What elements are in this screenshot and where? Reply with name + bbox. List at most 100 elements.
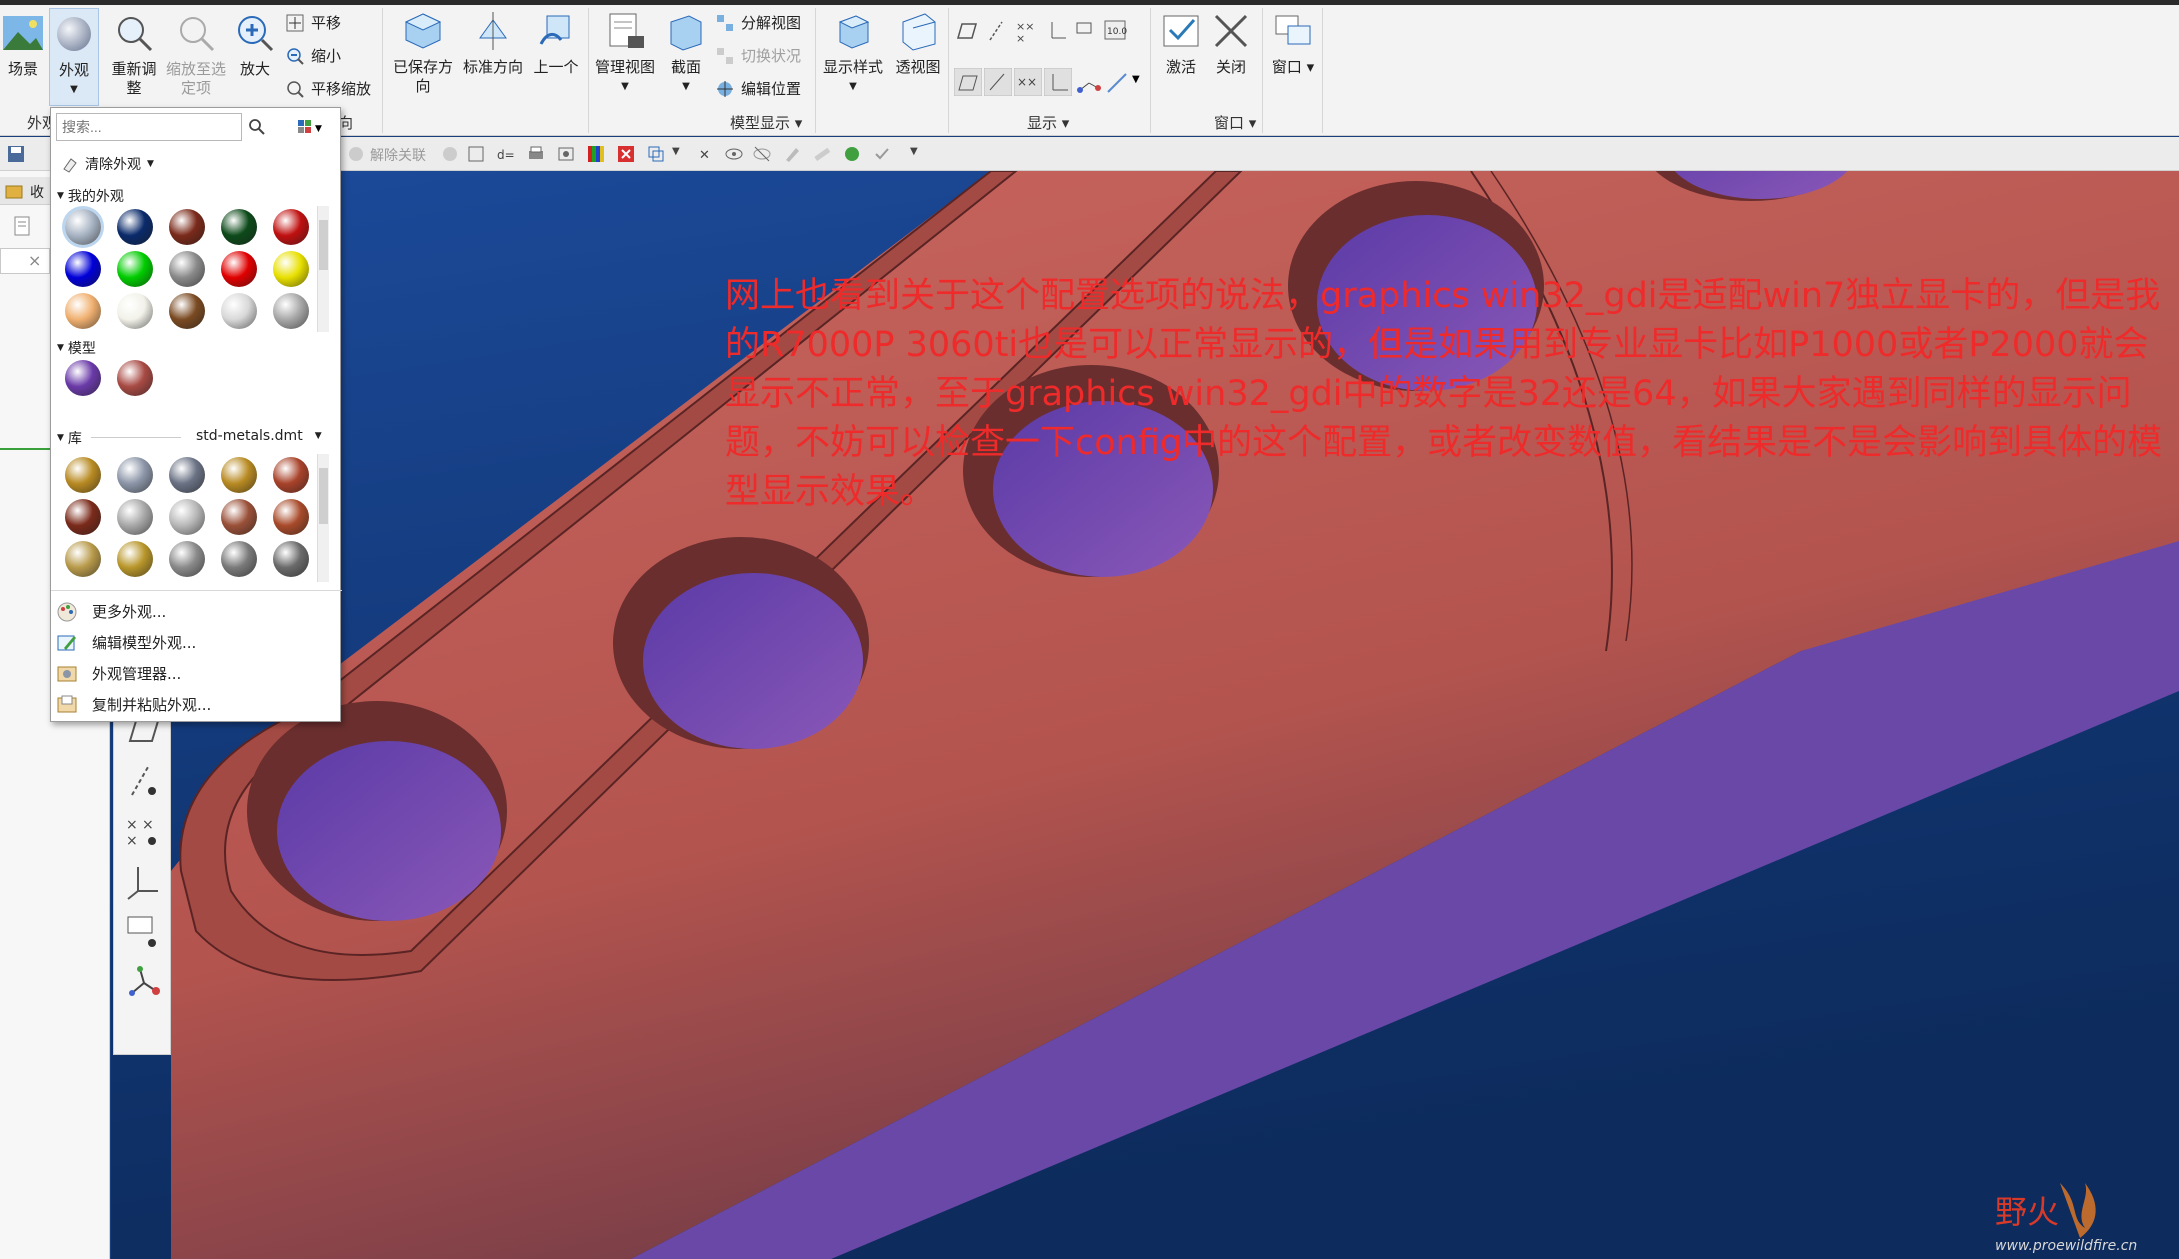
plane-toggle-icon[interactable] [954, 18, 980, 44]
appearance-swatch[interactable] [117, 360, 153, 396]
appearance-swatch[interactable] [117, 457, 153, 493]
filter-options-icon[interactable]: ▼ [297, 118, 327, 136]
explode-view-button[interactable]: 分解视图 [715, 12, 801, 33]
globe-icon[interactable] [842, 144, 862, 164]
point-display-icon[interactable]: × ×× [122, 811, 164, 851]
view-manager-icon[interactable] [646, 144, 666, 164]
appearance-swatch[interactable] [65, 251, 101, 287]
pan-zoom-button[interactable]: 平移缩放 [285, 78, 371, 99]
refit-button[interactable]: 重新调整 [106, 10, 162, 98]
edit-model-appearance-item[interactable]: 编辑模型外观... [51, 627, 342, 658]
appearance-swatch[interactable] [221, 293, 257, 329]
appearance-swatch[interactable] [221, 209, 257, 245]
csys-toggle-icon[interactable] [1044, 18, 1070, 44]
library-section[interactable]: ▼ 库 [57, 428, 82, 448]
document-icon[interactable] [12, 215, 34, 237]
appearance-button[interactable]: 外观 ▼ [49, 8, 99, 106]
regenerate-icon[interactable] [466, 144, 486, 164]
close-button[interactable]: 关闭 [1208, 8, 1254, 77]
chevron-down-icon[interactable]: ▼ [1132, 74, 1140, 85]
point-marker-icon[interactable]: ✕ [696, 144, 716, 164]
appearance-swatch[interactable] [273, 457, 309, 493]
appearance-swatch[interactable] [221, 251, 257, 287]
color-palette-icon[interactable] [586, 144, 606, 164]
library-scrollbar[interactable] [317, 454, 329, 582]
appearance-swatch[interactable] [117, 499, 153, 535]
axis-display-icon[interactable] [122, 761, 164, 801]
model-section[interactable]: ▼ 模型 [57, 338, 96, 358]
appearance-swatch[interactable] [65, 293, 101, 329]
annotation-toggle-icon[interactable] [1074, 18, 1100, 44]
unlink-label[interactable]: 解除关联 [370, 145, 426, 165]
save-icon[interactable] [6, 144, 26, 164]
appearance-swatch[interactable] [117, 209, 153, 245]
appearance-swatch[interactable] [65, 541, 101, 577]
appearance-swatch[interactable] [169, 251, 205, 287]
edit-position-button[interactable]: 编辑位置 [715, 78, 801, 99]
chevron-down-icon[interactable]: ▼ [672, 146, 680, 157]
appearance-swatch[interactable] [221, 499, 257, 535]
clear-appearance-button[interactable]: 清除外观 ▼ [61, 154, 154, 174]
eye-icon[interactable] [724, 144, 744, 164]
dimension-icon[interactable]: d= [496, 144, 516, 164]
search-icon[interactable] [248, 118, 266, 136]
scrollbar-thumb[interactable] [319, 220, 328, 270]
spin-center-toggle-icon[interactable] [1076, 70, 1102, 96]
appearance-swatch[interactable] [273, 209, 309, 245]
measure-icon[interactable] [812, 144, 832, 164]
previous-orientation-button[interactable]: 上一个 [530, 8, 582, 77]
panel-tab-label[interactable]: 收 [30, 182, 44, 202]
appearance-swatch[interactable] [273, 251, 309, 287]
axis-toggle-icon[interactable] [984, 18, 1010, 44]
section-button[interactable]: 截面 ▼ [664, 8, 708, 96]
appearance-swatch[interactable] [221, 457, 257, 493]
pan-button[interactable]: 平移 [285, 12, 341, 33]
activate-button[interactable]: 激活 [1158, 8, 1204, 77]
window-button[interactable]: 窗口 ▾ [1268, 8, 1318, 77]
appearance-swatch[interactable] [169, 499, 205, 535]
more-appearances-item[interactable]: 更多外观... [51, 596, 342, 627]
copy-paste-appearance-item[interactable]: 复制并粘贴外观... [51, 689, 342, 720]
clear-icon[interactable]: × [28, 251, 41, 270]
zoom-in-button[interactable]: 放大 [232, 10, 278, 79]
saved-orientation-button[interactable]: 已保存方向 [392, 8, 454, 96]
appearance-swatch[interactable] [65, 457, 101, 493]
appearance-search-input[interactable] [56, 113, 242, 141]
check-icon[interactable] [872, 144, 892, 164]
my-appearances-section[interactable]: ▼ 我的外观 [57, 186, 124, 206]
chevron-down-icon[interactable]: ▼ [910, 146, 918, 157]
axis-tag-icon[interactable] [984, 68, 1012, 96]
csys-tag-icon[interactable] [1044, 68, 1072, 96]
my-appearances-scrollbar[interactable] [317, 206, 329, 332]
appearance-swatch[interactable] [169, 293, 205, 329]
plane-tag-icon[interactable] [954, 68, 982, 96]
print-icon[interactable] [526, 144, 546, 164]
screenshot-icon[interactable] [556, 144, 576, 164]
zoom-out-button[interactable]: 缩小 [285, 45, 341, 66]
appearance-swatch[interactable] [65, 360, 101, 396]
visibility-toggle-icon[interactable] [1104, 70, 1130, 96]
display-style-button[interactable]: 显示样式 ▼ [820, 8, 886, 96]
appearance-swatch[interactable] [273, 499, 309, 535]
unlink-icon[interactable] [346, 144, 366, 164]
scene-button[interactable]: 场景 [0, 10, 46, 79]
dimension-toggle-icon[interactable]: 10.0 [1102, 18, 1128, 44]
csys-display-icon[interactable] [122, 861, 164, 901]
delete-icon[interactable] [616, 144, 636, 164]
toggle-status-button[interactable]: 切换状况 [715, 45, 801, 66]
perspective-button[interactable]: 透视图 [890, 8, 946, 77]
inactive-circle-icon[interactable] [440, 144, 460, 164]
appearance-swatch[interactable] [65, 499, 101, 535]
appearance-swatch[interactable] [221, 541, 257, 577]
hide-icon[interactable] [752, 144, 772, 164]
folder-icon[interactable] [4, 181, 24, 201]
point-toggle-icon[interactable]: ××× [1014, 18, 1040, 44]
appearance-swatch[interactable] [273, 541, 309, 577]
appearance-swatch[interactable] [117, 293, 153, 329]
appearance-swatch[interactable] [169, 209, 205, 245]
standard-orientation-button[interactable]: 标准方向 [460, 8, 526, 77]
appearance-manager-item[interactable]: 外观管理器... [51, 658, 342, 689]
scrollbar-thumb[interactable] [319, 468, 328, 524]
spin-center-icon[interactable] [122, 963, 164, 1003]
filter-input[interactable] [0, 248, 50, 274]
